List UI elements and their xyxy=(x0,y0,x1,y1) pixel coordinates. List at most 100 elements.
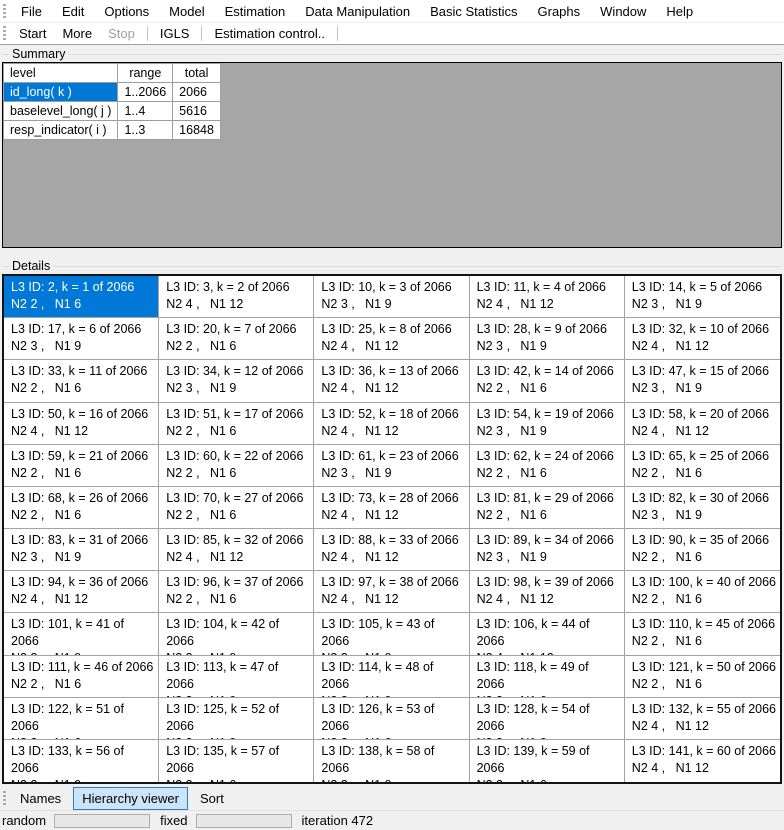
hierarchy-cell[interactable]: L3 ID: 90, k = 35 of 2066N2 2 , N1 6 xyxy=(625,529,780,571)
menu-item-estimation[interactable]: Estimation xyxy=(215,1,296,22)
hierarchy-cell[interactable]: L3 ID: 3, k = 2 of 2066N2 4 , N1 12 xyxy=(159,276,314,318)
hierarchy-cell[interactable]: L3 ID: 14, k = 5 of 2066N2 3 , N1 9 xyxy=(625,276,780,318)
tabbar-grip[interactable] xyxy=(3,791,6,806)
summary-cell-level[interactable]: resp_indicator( i ) xyxy=(4,121,118,140)
hierarchy-cell[interactable]: L3 ID: 32, k = 10 of 2066N2 4 , N1 12 xyxy=(625,318,780,360)
hierarchy-cell[interactable]: L3 ID: 68, k = 26 of 2066N2 2 , N1 6 xyxy=(4,487,159,529)
hierarchy-cell[interactable]: L3 ID: 118, k = 49 of 2066N2 2 , N1 6 xyxy=(470,656,625,698)
hierarchy-cell[interactable]: L3 ID: 25, k = 8 of 2066N2 4 , N1 12 xyxy=(314,318,469,360)
cell-counts-text: N2 4 , N1 12 xyxy=(11,423,154,440)
hierarchy-cell[interactable]: L3 ID: 60, k = 22 of 2066N2 2 , N1 6 xyxy=(159,445,314,487)
hierarchy-cell[interactable]: L3 ID: 34, k = 12 of 2066N2 3 , N1 9 xyxy=(159,360,314,402)
hierarchy-cell[interactable]: L3 ID: 128, k = 54 of 2066N2 3 , N1 9 xyxy=(470,698,625,740)
hierarchy-cell[interactable]: L3 ID: 89, k = 34 of 2066N2 3 , N1 9 xyxy=(470,529,625,571)
hierarchy-cell[interactable]: L3 ID: 135, k = 57 of 2066N2 2 , N1 6 xyxy=(159,740,314,782)
summary-cell-total[interactable]: 2066 xyxy=(173,83,221,102)
hierarchy-cell[interactable]: L3 ID: 10, k = 3 of 2066N2 3 , N1 9 xyxy=(314,276,469,318)
hierarchy-cell[interactable]: L3 ID: 100, k = 40 of 2066N2 2 , N1 6 xyxy=(625,571,780,613)
hierarchy-cell[interactable]: L3 ID: 114, k = 48 of 2066N2 3 , N1 9 xyxy=(314,656,469,698)
hierarchy-cell[interactable]: L3 ID: 121, k = 50 of 2066N2 2 , N1 6 xyxy=(625,656,780,698)
hierarchy-cell[interactable]: L3 ID: 96, k = 37 of 2066N2 2 , N1 6 xyxy=(159,571,314,613)
hierarchy-cell[interactable]: L3 ID: 47, k = 15 of 2066N2 3 , N1 9 xyxy=(625,360,780,402)
hierarchy-cell[interactable]: L3 ID: 59, k = 21 of 2066N2 2 , N1 6 xyxy=(4,445,159,487)
hierarchy-cell[interactable]: L3 ID: 50, k = 16 of 2066N2 4 , N1 12 xyxy=(4,403,159,445)
hierarchy-cell[interactable]: L3 ID: 104, k = 42 of 2066N2 3 , N1 9 xyxy=(159,613,314,655)
hierarchy-cell[interactable]: L3 ID: 61, k = 23 of 2066N2 3 , N1 9 xyxy=(314,445,469,487)
hierarchy-cell[interactable]: L3 ID: 82, k = 30 of 2066N2 3 , N1 9 xyxy=(625,487,780,529)
hierarchy-cell[interactable]: L3 ID: 81, k = 29 of 2066N2 2 , N1 6 xyxy=(470,487,625,529)
hierarchy-cell[interactable]: L3 ID: 133, k = 56 of 2066N2 3 , N1 9 xyxy=(4,740,159,782)
hierarchy-grid: L3 ID: 2, k = 1 of 2066N2 2 , N1 6L3 ID:… xyxy=(2,274,782,784)
menu-item-options[interactable]: Options xyxy=(94,1,159,22)
summary-cell-level[interactable]: id_long( k ) xyxy=(4,83,118,102)
toolbar-button-estimation-control[interactable]: Estimation control.. xyxy=(206,24,333,43)
tab-sort[interactable]: Sort xyxy=(191,787,233,810)
hierarchy-cell[interactable]: L3 ID: 36, k = 13 of 2066N2 4 , N1 12 xyxy=(314,360,469,402)
summary-col-level: level xyxy=(4,64,118,83)
hierarchy-cell[interactable]: L3 ID: 70, k = 27 of 2066N2 2 , N1 6 xyxy=(159,487,314,529)
hierarchy-cell[interactable]: L3 ID: 88, k = 33 of 2066N2 4 , N1 12 xyxy=(314,529,469,571)
hierarchy-cell[interactable]: L3 ID: 110, k = 45 of 2066N2 2 , N1 6 xyxy=(625,613,780,655)
hierarchy-cell[interactable]: L3 ID: 113, k = 47 of 2066N2 3 , N1 9 xyxy=(159,656,314,698)
menu-item-model[interactable]: Model xyxy=(159,1,214,22)
cell-id-text: L3 ID: 126, k = 53 of 2066 xyxy=(321,701,464,735)
hierarchy-cell[interactable]: L3 ID: 62, k = 24 of 2066N2 2 , N1 6 xyxy=(470,445,625,487)
hierarchy-cell[interactable]: L3 ID: 139, k = 59 of 2066N2 2 , N1 6 xyxy=(470,740,625,782)
hierarchy-cell[interactable]: L3 ID: 2, k = 1 of 2066N2 2 , N1 6 xyxy=(4,276,159,318)
hierarchy-cell[interactable]: L3 ID: 52, k = 18 of 2066N2 4 , N1 12 xyxy=(314,403,469,445)
summary-row[interactable]: id_long( k )1..20662066 xyxy=(4,83,221,102)
toolbar-button-igls[interactable]: IGLS xyxy=(152,24,198,43)
menu-item-edit[interactable]: Edit xyxy=(52,1,94,22)
hierarchy-cell[interactable]: L3 ID: 122, k = 51 of 2066N2 2 , N1 6 xyxy=(4,698,159,740)
hierarchy-cell[interactable]: L3 ID: 33, k = 11 of 2066N2 2 , N1 6 xyxy=(4,360,159,402)
summary-cell-range[interactable]: 1..3 xyxy=(118,121,173,140)
toolbar-button-start[interactable]: Start xyxy=(11,24,54,43)
hierarchy-cell[interactable]: L3 ID: 138, k = 58 of 2066N2 3 , N1 9 xyxy=(314,740,469,782)
summary-row[interactable]: baselevel_long( j )1..45616 xyxy=(4,102,221,121)
menu-item-data-manipulation[interactable]: Data Manipulation xyxy=(295,1,420,22)
summary-cell-total[interactable]: 16848 xyxy=(173,121,221,140)
hierarchy-cell[interactable]: L3 ID: 125, k = 52 of 2066N2 3 , N1 9 xyxy=(159,698,314,740)
hierarchy-cell[interactable]: L3 ID: 54, k = 19 of 2066N2 3 , N1 9 xyxy=(470,403,625,445)
hierarchy-cell[interactable]: L3 ID: 17, k = 6 of 2066N2 3 , N1 9 xyxy=(4,318,159,360)
hierarchy-cell[interactable]: L3 ID: 85, k = 32 of 2066N2 4 , N1 12 xyxy=(159,529,314,571)
hierarchy-cell[interactable]: L3 ID: 20, k = 7 of 2066N2 2 , N1 6 xyxy=(159,318,314,360)
summary-col-total: total xyxy=(173,64,221,83)
summary-cell-range[interactable]: 1..2066 xyxy=(118,83,173,102)
cell-id-text: L3 ID: 90, k = 35 of 2066 xyxy=(632,532,776,549)
hierarchy-cell[interactable]: L3 ID: 111, k = 46 of 2066N2 2 , N1 6 xyxy=(4,656,159,698)
tab-hierarchy-viewer[interactable]: Hierarchy viewer xyxy=(73,787,188,810)
toolbar-button-more[interactable]: More xyxy=(54,24,100,43)
cell-id-text: L3 ID: 139, k = 59 of 2066 xyxy=(477,743,620,777)
hierarchy-cell[interactable]: L3 ID: 98, k = 39 of 2066N2 4 , N1 12 xyxy=(470,571,625,613)
menu-item-graphs[interactable]: Graphs xyxy=(528,1,591,22)
hierarchy-cell[interactable]: L3 ID: 11, k = 4 of 2066N2 4 , N1 12 xyxy=(470,276,625,318)
summary-row[interactable]: resp_indicator( i )1..316848 xyxy=(4,121,221,140)
hierarchy-cell[interactable]: L3 ID: 141, k = 60 of 2066N2 4 , N1 12 xyxy=(625,740,780,782)
summary-cell-range[interactable]: 1..4 xyxy=(118,102,173,121)
menu-item-file[interactable]: File xyxy=(11,1,52,22)
hierarchy-cell[interactable]: L3 ID: 105, k = 43 of 2066N2 3 , N1 9 xyxy=(314,613,469,655)
hierarchy-cell[interactable]: L3 ID: 106, k = 44 of 2066N2 4 , N1 12 xyxy=(470,613,625,655)
hierarchy-cell[interactable]: L3 ID: 65, k = 25 of 2066N2 2 , N1 6 xyxy=(625,445,780,487)
hierarchy-cell[interactable]: L3 ID: 58, k = 20 of 2066N2 4 , N1 12 xyxy=(625,403,780,445)
hierarchy-cell[interactable]: L3 ID: 51, k = 17 of 2066N2 2 , N1 6 xyxy=(159,403,314,445)
hierarchy-cell[interactable]: L3 ID: 97, k = 38 of 2066N2 4 , N1 12 xyxy=(314,571,469,613)
summary-cell-total[interactable]: 5616 xyxy=(173,102,221,121)
toolbar-grip[interactable] xyxy=(3,26,6,41)
cell-id-text: L3 ID: 3, k = 2 of 2066 xyxy=(166,279,309,296)
hierarchy-cell[interactable]: L3 ID: 42, k = 14 of 2066N2 2 , N1 6 xyxy=(470,360,625,402)
hierarchy-cell[interactable]: L3 ID: 101, k = 41 of 2066N2 3 , N1 9 xyxy=(4,613,159,655)
menu-item-basic-statistics[interactable]: Basic Statistics xyxy=(420,1,527,22)
hierarchy-cell[interactable]: L3 ID: 83, k = 31 of 2066N2 3 , N1 9 xyxy=(4,529,159,571)
hierarchy-cell[interactable]: L3 ID: 126, k = 53 of 2066N2 2 , N1 6 xyxy=(314,698,469,740)
hierarchy-cell[interactable]: L3 ID: 94, k = 36 of 2066N2 4 , N1 12 xyxy=(4,571,159,613)
menu-item-window[interactable]: Window xyxy=(590,1,656,22)
hierarchy-cell[interactable]: L3 ID: 28, k = 9 of 2066N2 3 , N1 9 xyxy=(470,318,625,360)
summary-cell-level[interactable]: baselevel_long( j ) xyxy=(4,102,118,121)
hierarchy-cell[interactable]: L3 ID: 73, k = 28 of 2066N2 4 , N1 12 xyxy=(314,487,469,529)
hierarchy-cell[interactable]: L3 ID: 132, k = 55 of 2066N2 4 , N1 12 xyxy=(625,698,780,740)
menubar-grip[interactable] xyxy=(3,4,6,19)
tab-names[interactable]: Names xyxy=(11,787,70,810)
menu-item-help[interactable]: Help xyxy=(656,1,703,22)
